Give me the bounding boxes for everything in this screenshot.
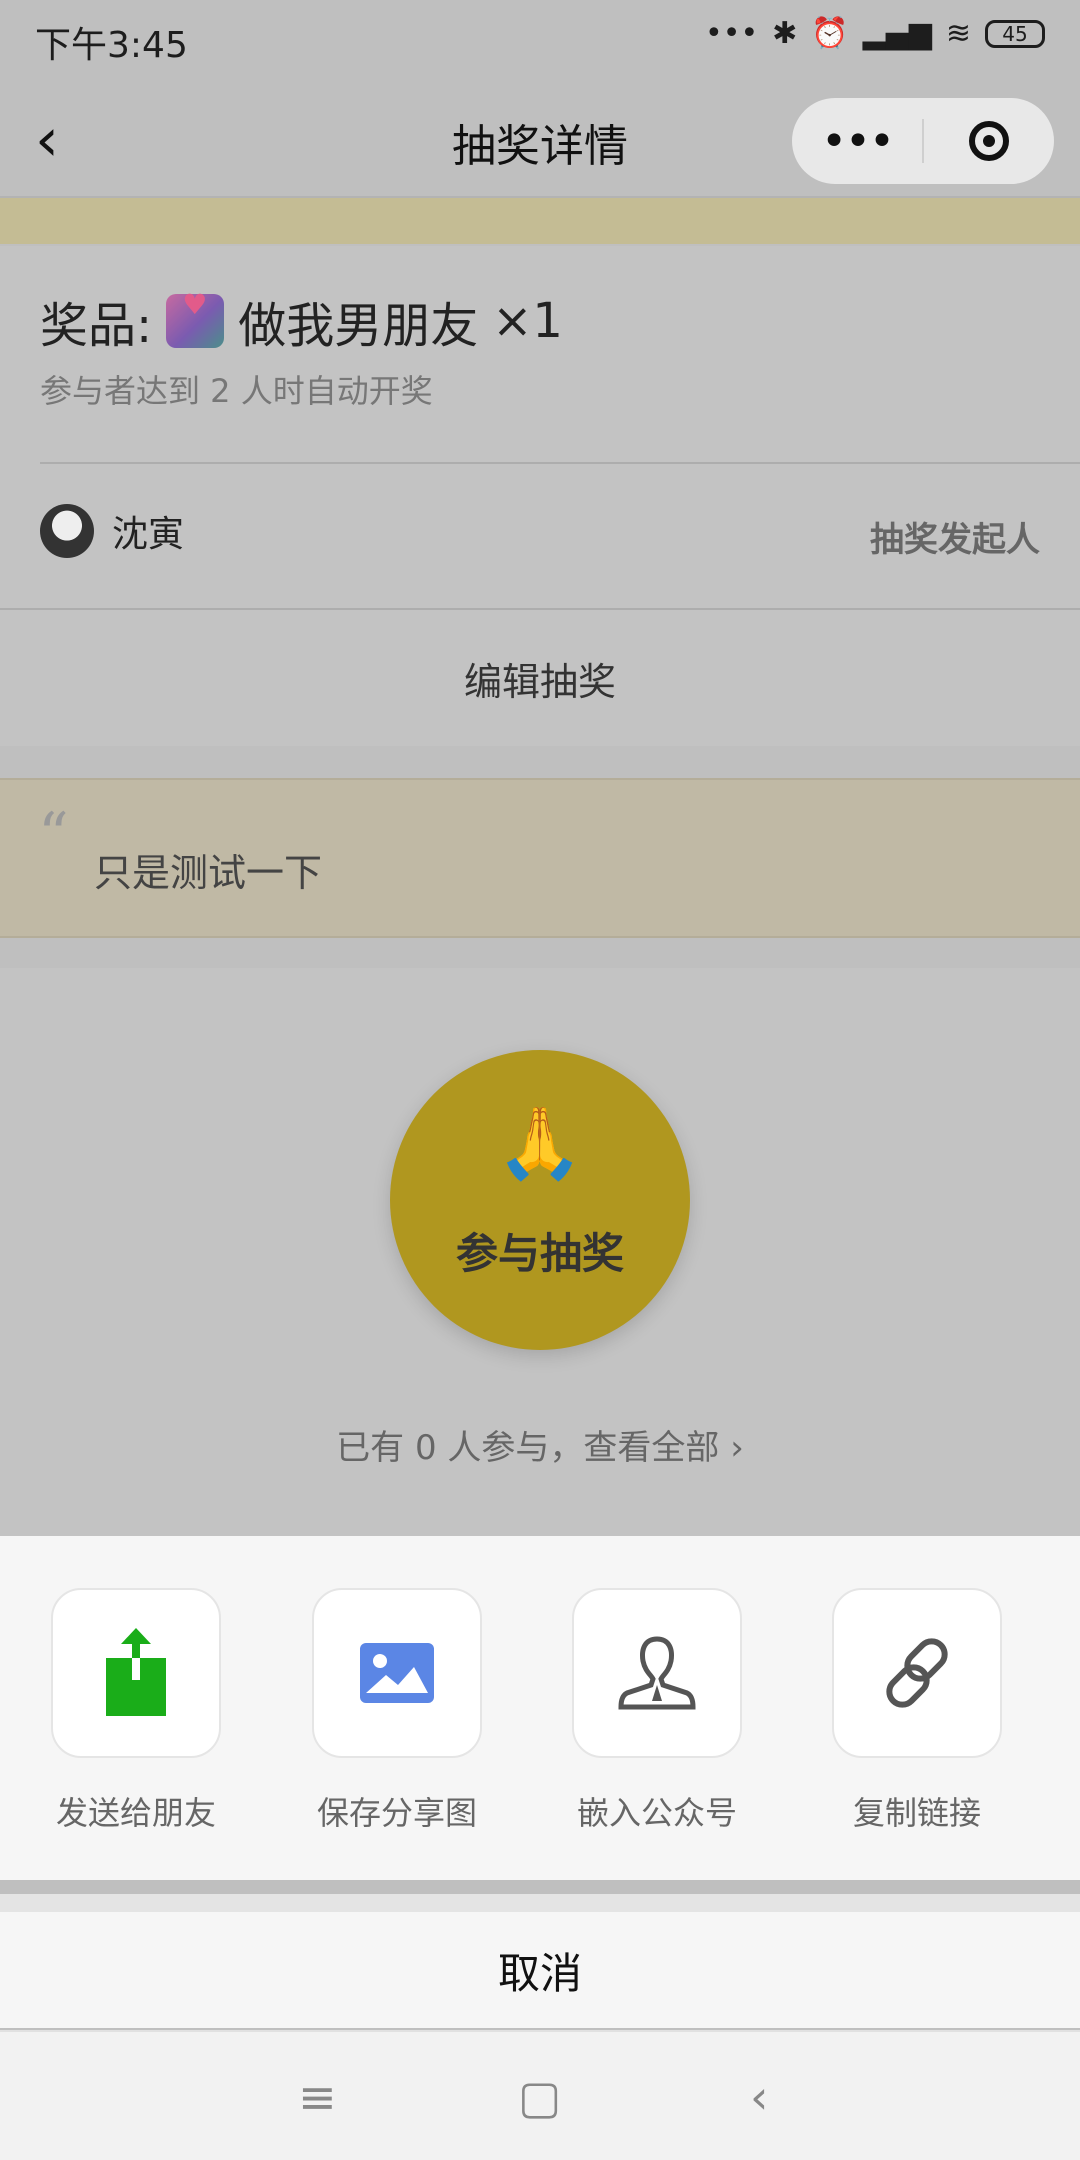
save-share-image-button[interactable] [312, 1588, 482, 1758]
cellular-signal-icon: ▂▄▆ [862, 16, 932, 51]
prize-line: 奖品: 做我男朋友 ×1 [40, 286, 563, 356]
status-icons: ••• ✱ ⏰ ▂▄▆ ≋ 45 [705, 16, 1045, 51]
edit-lottery-button[interactable]: 编辑抽奖 [0, 610, 1080, 746]
copy-link-label: 复制链接 [852, 1794, 981, 1832]
battery-icon: 45 [985, 19, 1045, 48]
bluetooth-icon: ✱ [772, 16, 798, 51]
link-icon [886, 1638, 948, 1708]
couple-emoji-icon [166, 288, 225, 348]
person-icon [618, 1636, 696, 1710]
notice-strip [0, 198, 1080, 244]
embed-official-account-label: 嵌入公众号 [576, 1794, 737, 1832]
alarm-icon: ⏰ [811, 16, 849, 51]
image-icon [360, 1643, 434, 1703]
note-text: 只是测试一下 [94, 851, 323, 895]
join-section: 🙏 参与抽奖 已有 0 人参与，查看全部 › [0, 968, 1080, 1538]
prize-quantity: ×1 [492, 293, 563, 349]
target-icon [969, 121, 1009, 161]
system-back-icon[interactable]: ‹ [750, 2070, 768, 2124]
share-sheet: 发送给朋友 保存分享图 嵌入公众号 复制链接 [0, 1536, 1080, 1880]
organizer-name: 沈寅 [112, 514, 185, 555]
navigation-bar: ‹ 抽奖详情 ••• [0, 80, 1080, 198]
join-lottery-label: 参与抽奖 [455, 1229, 624, 1278]
cancel-button[interactable]: 取消 [0, 1894, 1080, 2028]
prize-name: 做我男朋友 [238, 298, 479, 354]
wifi-icon: ≋ [945, 16, 971, 51]
note-box: “ 只是测试一下 [0, 778, 1080, 938]
organizer-row: 沈寅 [40, 504, 184, 558]
status-bar: 下午3:45 ••• ✱ ⏰ ▂▄▆ ≋ 45 [0, 0, 1080, 80]
home-icon[interactable]: ▢ [518, 2070, 561, 2124]
divider [40, 462, 1080, 464]
menu-icon[interactable]: ≡ [298, 2070, 337, 2124]
prize-card: 奖品: 做我男朋友 ×1 参与者达到 2 人时自动开奖 沈寅 抽奖发起人 编辑抽… [0, 246, 1080, 746]
signal-dots-icon: ••• [705, 16, 759, 51]
quote-icon: “ [38, 800, 69, 870]
copy-link-button[interactable] [832, 1588, 1002, 1758]
system-navigation-bar: ≡ ▢ ‹ [0, 2030, 1080, 2160]
send-to-friend-label: 发送给朋友 [55, 1794, 216, 1832]
upload-icon [106, 1628, 166, 1716]
close-miniprogram-button[interactable] [924, 121, 1054, 161]
join-lottery-button[interactable]: 🙏 参与抽奖 [390, 1050, 690, 1350]
send-to-friend-button[interactable] [51, 1588, 221, 1758]
participants-link[interactable]: 已有 0 人参与，查看全部 › [0, 1420, 1080, 1469]
more-button[interactable]: ••• [792, 116, 922, 167]
prize-label: 奖品: [40, 298, 153, 354]
organizer-role: 抽奖发起人 [870, 520, 1040, 560]
save-share-image-label: 保存分享图 [316, 1794, 477, 1832]
praying-hands-icon: 🙏 [496, 1102, 584, 1184]
avatar [40, 504, 94, 558]
embed-official-account-button[interactable] [572, 1588, 742, 1758]
miniprogram-capsule: ••• [792, 98, 1054, 184]
auto-draw-condition: 参与者达到 2 人时自动开奖 [40, 372, 433, 410]
status-time: 下午3:45 [35, 25, 188, 66]
